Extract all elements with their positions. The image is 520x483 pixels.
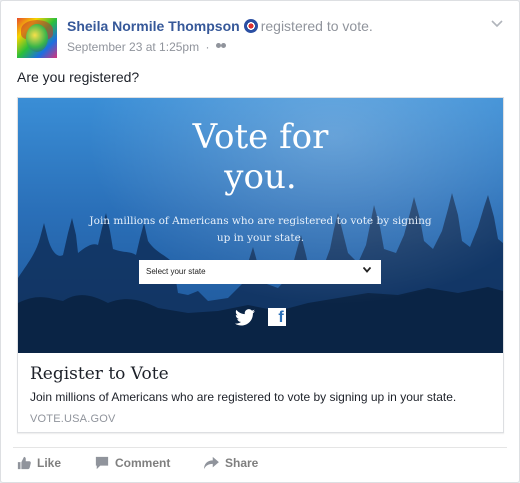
chevron-down-icon[interactable]: [491, 16, 503, 31]
vote-badge-icon: [243, 19, 258, 33]
state-select[interactable]: Select your state: [139, 260, 381, 284]
like-button[interactable]: Like: [17, 456, 61, 470]
twitter-icon[interactable]: [235, 308, 256, 326]
friends-icon[interactable]: [215, 43, 228, 52]
meta-separator: ·: [205, 40, 210, 54]
hero-title-line-1: Vote for: [192, 117, 329, 157]
like-label: Like: [37, 456, 62, 470]
hero-image[interactable]: Vote for you. Join millions of Americans…: [18, 98, 503, 353]
comment-button[interactable]: Comment: [95, 456, 170, 470]
thumbs-up-icon: [17, 456, 31, 470]
share-button[interactable]: Share: [203, 456, 258, 470]
comment-icon: [95, 456, 109, 470]
facebook-icon[interactable]: f: [267, 308, 286, 326]
link-domain: VOTE.USA.GOV: [30, 413, 116, 425]
name-line: Sheila Normile Thompson registered to vot…: [67, 18, 373, 34]
link-description: Join millions of Americans who are regis…: [30, 390, 457, 404]
post-action-text: registered to vote.: [260, 18, 373, 34]
post-meta: September 23 at 1:25pm ·: [67, 40, 228, 54]
hero-title-line-2: you.: [224, 157, 297, 197]
link-preview[interactable]: Vote for you. Join millions of Americans…: [17, 97, 504, 433]
avatar[interactable]: [17, 18, 57, 58]
timestamp-link[interactable]: September 23 at 1:25pm: [67, 40, 199, 54]
actions-divider: [13, 447, 507, 448]
author-name-link[interactable]: Sheila Normile Thompson: [67, 18, 240, 34]
share-arrow-icon: [204, 456, 219, 470]
link-title[interactable]: Register to Vote: [30, 364, 169, 384]
post-header: Sheila Normile Thompson registered to vot…: [17, 16, 503, 60]
state-select-value: Select your state: [146, 267, 206, 276]
avatar-face: [26, 24, 48, 52]
share-label: Share: [225, 456, 259, 470]
hero-subtitle-line-2: up in your state.: [216, 232, 305, 244]
share-icons: f: [18, 308, 503, 326]
post-text: Are you registered?: [17, 69, 140, 85]
hero-subtitle-line-1: Join millions of Americans who are regis…: [89, 215, 432, 227]
hero-subtitle: Join millions of Americans who are regis…: [78, 213, 443, 247]
feed-post: Sheila Normile Thompson registered to vot…: [0, 0, 520, 483]
chevron-down-icon: [362, 265, 372, 275]
comment-label: Comment: [115, 456, 171, 470]
